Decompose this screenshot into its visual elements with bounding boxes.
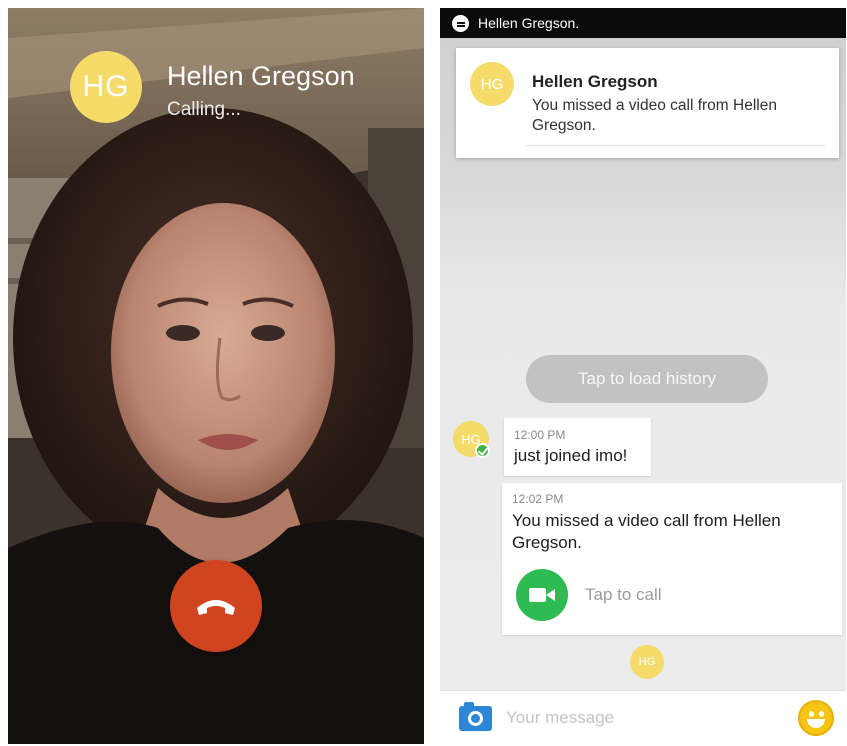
caller-name: Hellen Gregson [167,61,355,91]
video-call-screen: HG Hellen Gregson Calling... [8,8,424,744]
chat-bubble-icon [452,14,469,32]
caller-avatar: HG [70,51,142,123]
message-bubble[interactable]: 12:00 PM just joined imo! [504,418,651,476]
contact-avatar[interactable]: HG [453,421,490,458]
message-text: You missed a video call from Hellen Greg… [512,511,781,552]
screenshot-stage: HG Hellen Gregson Calling... Hellen Greg… [0,0,847,746]
camera-icon[interactable] [459,702,492,731]
message-composer [440,690,846,744]
online-check-icon [475,443,490,458]
notification-avatar-initials: HG [480,75,504,93]
tap-to-call-label: Tap to call [585,585,662,604]
load-history-button[interactable]: Tap to load history [526,355,768,403]
notification-avatar: HG [470,62,514,106]
caller-initials: HG [82,70,130,103]
call-status: Calling... [167,99,241,120]
status-bar-title: Hellen Gregson. [478,15,580,31]
message-input[interactable] [506,703,786,733]
smiley-emoji-icon[interactable] [798,700,834,736]
missed-call-notification[interactable]: HG Hellen Gregson You missed a video cal… [456,48,839,158]
message-text: just joined imo! [514,446,628,465]
hang-up-phone-icon [197,600,235,615]
typing-avatar-initials: HG [638,656,656,668]
video-camera-icon [516,569,568,621]
chat-screen: Hellen Gregson. HG Hellen Gregson You mi… [440,8,846,744]
missed-call-message: 12:02 PM You missed a video call from He… [502,483,842,635]
status-bar: Hellen Gregson. [440,8,846,38]
end-call-button[interactable] [170,560,262,652]
tap-to-call-button[interactable]: Tap to call [516,569,662,621]
typing-indicator-avatar: HG [630,645,664,679]
notification-divider [526,145,825,146]
notification-body: You missed a video call from Hellen Greg… [532,97,777,134]
message-time: 12:00 PM [514,428,566,442]
notification-title: Hellen Gregson [532,72,658,91]
message-time: 12:02 PM [512,492,564,506]
